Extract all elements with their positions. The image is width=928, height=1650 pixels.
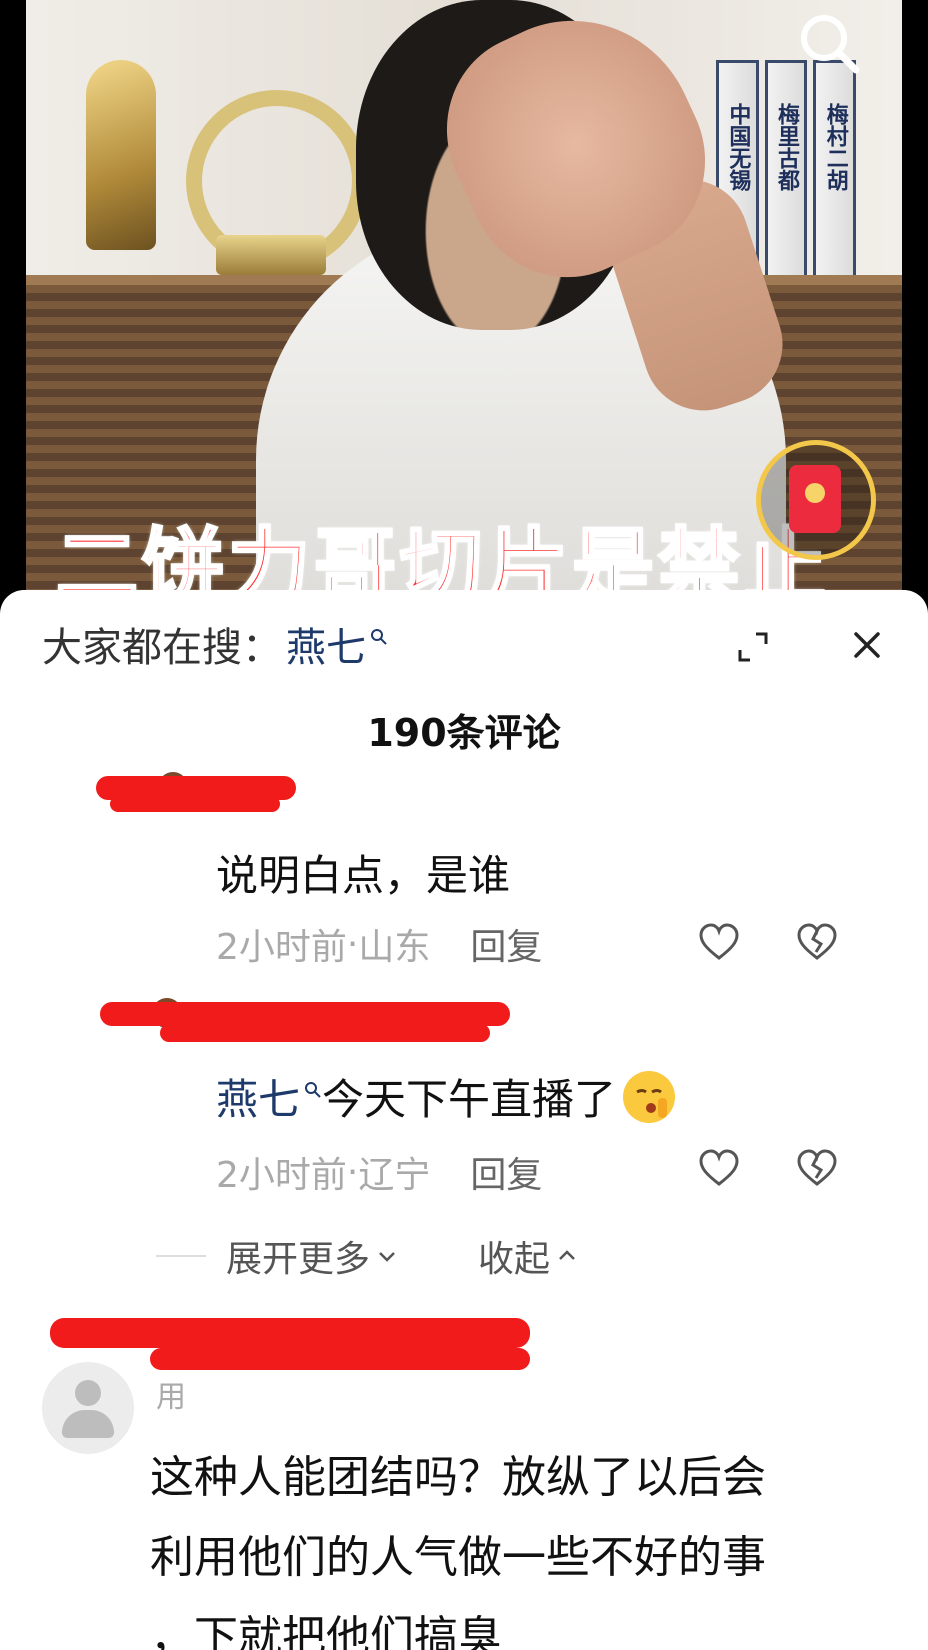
trophy-base bbox=[216, 235, 326, 275]
comment-text: 这种人能团结吗？放纵了以后会 利用他们的人气做一些不好的事 ，下就把他们搞臭 bbox=[150, 1438, 870, 1650]
avatar-placeholder-head bbox=[75, 1380, 101, 1406]
meta-separator: · bbox=[346, 923, 359, 965]
replies-controls: 展开更多 收起 bbox=[156, 1230, 578, 1282]
hot-search-label: 大家都在搜： bbox=[42, 625, 282, 671]
comment-body: 今天下午直播了 bbox=[322, 1075, 617, 1124]
comment-text: 说明白点，是谁 bbox=[216, 851, 511, 900]
redacted-username bbox=[160, 1024, 490, 1042]
divider bbox=[156, 1255, 206, 1257]
small-search-icon bbox=[371, 629, 387, 645]
close-icon[interactable] bbox=[848, 626, 886, 664]
comment-location: 山东 bbox=[358, 927, 431, 968]
redacted-username bbox=[110, 796, 280, 812]
reply-button[interactable]: 回复 bbox=[470, 918, 542, 970]
shushing-face-emoji bbox=[623, 1070, 676, 1123]
avatar[interactable] bbox=[42, 1362, 134, 1454]
comment-line: ，下就把他们搞臭 bbox=[150, 1612, 502, 1650]
red-envelope-icon[interactable] bbox=[756, 440, 876, 560]
redacted-username bbox=[150, 1348, 530, 1370]
dislike-broken-heart-icon[interactable] bbox=[796, 1148, 838, 1190]
chevron-down-icon bbox=[379, 1252, 395, 1262]
search-icon[interactable] bbox=[794, 8, 864, 78]
comment-meta: 2小时前 · 山东 回复 bbox=[216, 918, 542, 970]
book-spine: 梅里古都 bbox=[764, 60, 808, 280]
comment-meta: 2小时前 · 辽宁 回复 bbox=[216, 1146, 542, 1198]
comment-location: 辽宁 bbox=[358, 1155, 431, 1196]
chevron-up-icon bbox=[559, 1250, 575, 1260]
comment-keyword[interactable]: 燕七 bbox=[216, 1066, 300, 1127]
small-search-icon bbox=[305, 1081, 321, 1098]
collapse-label: 收起 bbox=[478, 1239, 551, 1280]
comment-time: 2小时前 bbox=[216, 927, 347, 968]
hot-search-keyword[interactable]: 燕七 bbox=[286, 615, 366, 673]
hot-search-bar[interactable]: 大家都在搜： 燕七 bbox=[42, 616, 388, 672]
like-heart-icon[interactable] bbox=[698, 922, 740, 964]
comment-line: 利用他们的人气做一些不好的事 bbox=[150, 1532, 766, 1583]
username[interactable]: 用 bbox=[156, 1372, 186, 1416]
reply-button[interactable]: 回复 bbox=[470, 1146, 542, 1198]
expand-icon[interactable] bbox=[736, 630, 770, 664]
redacted-username bbox=[50, 1318, 530, 1348]
like-heart-icon[interactable] bbox=[698, 1148, 740, 1190]
expand-more-button[interactable]: 展开更多 bbox=[226, 1230, 398, 1282]
redacted-username bbox=[100, 1002, 510, 1026]
trophy-left bbox=[86, 60, 156, 250]
comment-line: 这种人能团结吗？放纵了以后会 bbox=[150, 1452, 766, 1503]
video-player[interactable]: 中国无锡 梅里古都 梅村二胡 二饼力哥切片是禁止 bbox=[26, 0, 902, 620]
dislike-broken-heart-icon[interactable] bbox=[796, 922, 838, 964]
book-spine: 梅村二胡 bbox=[813, 60, 857, 280]
avatar-placeholder-body bbox=[62, 1410, 114, 1438]
meta-separator: · bbox=[346, 1151, 359, 1193]
comment-time: 2小时前 bbox=[216, 1155, 347, 1196]
red-envelope-coin bbox=[805, 483, 825, 503]
comment-count: 190条评论 bbox=[367, 711, 561, 755]
comment-text: 燕七 今天下午直播了 bbox=[216, 1066, 678, 1127]
collapse-button[interactable]: 收起 bbox=[478, 1230, 578, 1282]
comment-sheet: 大家都在搜： 燕七 190条评论 说明白点，是谁 2小时前 · 山东 回复 燕七 bbox=[0, 590, 928, 1650]
expand-more-label: 展开更多 bbox=[226, 1239, 371, 1280]
